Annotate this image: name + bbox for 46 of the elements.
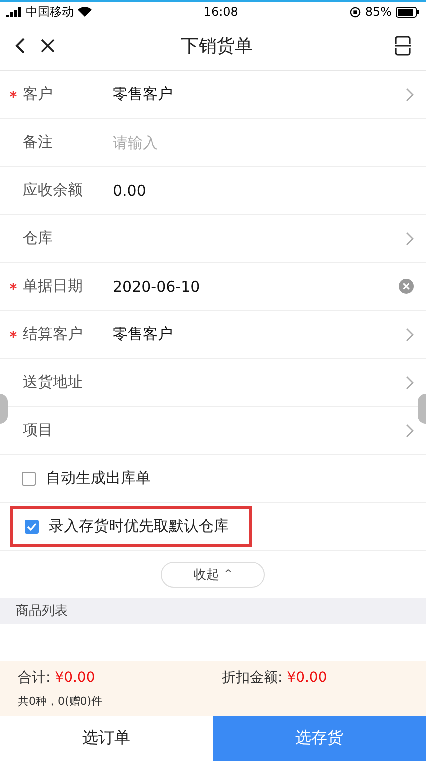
field-label: 单据日期 bbox=[23, 277, 84, 296]
page-title: 下销货单 bbox=[180, 35, 254, 58]
chevron-right-icon bbox=[406, 88, 414, 102]
item-count: 共0种，0(赠0)件 bbox=[18, 694, 104, 710]
wifi-icon bbox=[78, 7, 92, 17]
chevron-right-icon bbox=[406, 328, 414, 342]
field-label: 送货地址 bbox=[23, 373, 84, 392]
scan-button[interactable] bbox=[394, 36, 412, 56]
edge-handle[interactable] bbox=[0, 394, 8, 424]
carrier-name: 中国移动 bbox=[26, 4, 74, 20]
chevron-right-icon bbox=[406, 424, 414, 438]
form-row[interactable]: 应收余额 0.00 bbox=[0, 167, 426, 215]
section-header: 商品列表 bbox=[0, 598, 426, 624]
rotation-lock-icon bbox=[350, 6, 362, 18]
field-value: 2020-06-10 bbox=[113, 278, 202, 296]
field-label: 结算客户 bbox=[23, 325, 84, 344]
field-label: 客户 bbox=[23, 85, 54, 104]
field-value: 零售客户 bbox=[113, 325, 174, 344]
checkbox-label: 录入存货时优先取默认仓库 bbox=[49, 517, 229, 536]
form-row[interactable]: 客户 零售客户 bbox=[0, 71, 426, 119]
battery-icon bbox=[396, 6, 420, 18]
chevron-right-icon bbox=[406, 232, 414, 246]
close-button[interactable] bbox=[40, 38, 56, 54]
field-label: 备注 bbox=[23, 133, 54, 152]
form-row[interactable]: 备注 请输入 bbox=[0, 119, 426, 167]
checkbox-label: 自动生成出库单 bbox=[46, 469, 151, 488]
field-value: 零售客户 bbox=[113, 85, 174, 104]
signal-icon bbox=[6, 7, 22, 17]
field-label: 项目 bbox=[23, 421, 54, 440]
chevron-right-icon bbox=[406, 376, 414, 390]
collapse-button[interactable]: 收起 ^ bbox=[161, 562, 265, 588]
edge-handle[interactable] bbox=[418, 394, 426, 424]
clear-icon[interactable] bbox=[399, 279, 414, 294]
field-label: 仓库 bbox=[23, 229, 54, 248]
discount-amount: 折扣金额: ¥0.00 bbox=[222, 669, 328, 688]
clock: 16:08 bbox=[204, 5, 238, 19]
total-amount: 合计: ¥0.00 bbox=[18, 669, 96, 688]
form-row[interactable]: 单据日期 2020-06-10 bbox=[0, 263, 426, 311]
checkbox[interactable] bbox=[22, 472, 36, 486]
back-button[interactable] bbox=[14, 37, 26, 55]
field-value: 0.00 bbox=[113, 182, 148, 200]
form-row[interactable]: 仓库 bbox=[0, 215, 426, 263]
field-label: 应收余额 bbox=[23, 181, 84, 200]
battery-percent: 85% bbox=[365, 5, 392, 19]
form-row[interactable]: 结算客户 零售客户 bbox=[0, 311, 426, 359]
checkbox[interactable] bbox=[25, 520, 39, 534]
